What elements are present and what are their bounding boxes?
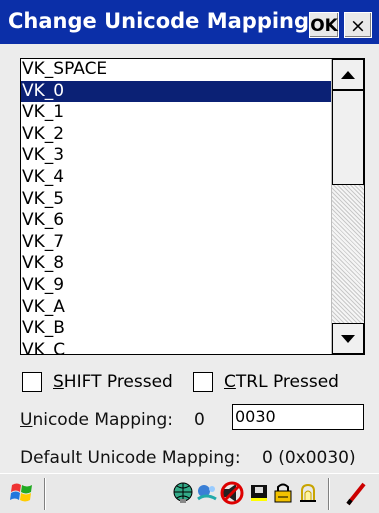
ctrl-checkbox[interactable]	[193, 372, 213, 392]
speaker-muted-icon[interactable]	[220, 481, 244, 505]
list-item[interactable]: VK_A	[21, 297, 331, 319]
list-item[interactable]: VK_3	[21, 145, 331, 167]
list-item[interactable]: VK_2	[21, 124, 331, 146]
shift-option[interactable]: SHIFT Pressed	[22, 370, 173, 394]
network-globe-icon[interactable]	[172, 481, 194, 505]
list-item[interactable]: VK_B	[21, 318, 331, 340]
shift-label: SHIFT Pressed	[53, 372, 173, 392]
arrow-down-icon	[341, 334, 355, 343]
arrow-up-icon	[341, 70, 355, 79]
list-item[interactable]: VK_6	[21, 210, 331, 232]
taskbar-separator	[328, 478, 329, 510]
shift-checkbox[interactable]	[22, 372, 42, 392]
start-flag-icon[interactable]	[8, 480, 36, 506]
taskbar	[0, 473, 379, 513]
list-item[interactable]: VK_7	[21, 232, 331, 254]
vertical-scrollbar[interactable]	[331, 59, 364, 354]
key-list: VK_SPACE VK_0 VK_1 VK_2 VK_3 VK_4 VK_5 VK_6 VK_7…	[21, 59, 331, 354]
unicode-mapping-value: 0	[194, 410, 205, 430]
unicode-mapping-label: Unicode Mapping:	[20, 410, 174, 430]
keyboard-lock-icon[interactable]	[272, 481, 294, 505]
list-item[interactable]: VK_1	[21, 102, 331, 124]
ok-button[interactable]: OK	[309, 12, 339, 38]
unicode-mapping-input[interactable]: 0030	[232, 404, 364, 430]
scroll-down-button[interactable]	[332, 323, 364, 354]
dialog-body: VK_SPACE VK_0 VK_1 VK_2 VK_3 VK_4 VK_5 VK_6 VK_7…	[0, 44, 379, 473]
list-item[interactable]: VK_0	[21, 80, 331, 103]
window-title: Change Unicode Mapping	[8, 9, 310, 33]
scroll-up-button[interactable]	[332, 59, 364, 90]
ctrl-option[interactable]: CTRL Pressed	[193, 370, 339, 394]
radio-icon[interactable]	[296, 481, 320, 505]
list-item[interactable]: VK_C	[21, 340, 331, 354]
battery-card-icon[interactable]	[248, 481, 270, 505]
key-listbox[interactable]: VK_SPACE VK_0 VK_1 VK_2 VK_3 VK_4 VK_5 VK_6 VK_7…	[20, 58, 365, 355]
list-item[interactable]: VK_9	[21, 275, 331, 297]
list-item[interactable]: VK_8	[21, 253, 331, 275]
stylus-icon[interactable]	[344, 481, 368, 507]
scroll-thumb[interactable]	[332, 90, 364, 185]
ctrl-label: CTRL Pressed	[224, 372, 339, 392]
connection-icon[interactable]	[196, 481, 218, 505]
default-mapping-label: Default Unicode Mapping:	[20, 448, 241, 468]
list-item[interactable]: VK_5	[21, 189, 331, 211]
default-mapping-value: 0 (0x0030)	[262, 448, 356, 468]
title-bar: Change Unicode Mapping OK ×	[0, 0, 379, 44]
list-item[interactable]: VK_SPACE	[21, 59, 331, 81]
list-item[interactable]: VK_4	[21, 167, 331, 189]
close-button[interactable]: ×	[344, 12, 372, 38]
taskbar-separator	[44, 478, 45, 510]
